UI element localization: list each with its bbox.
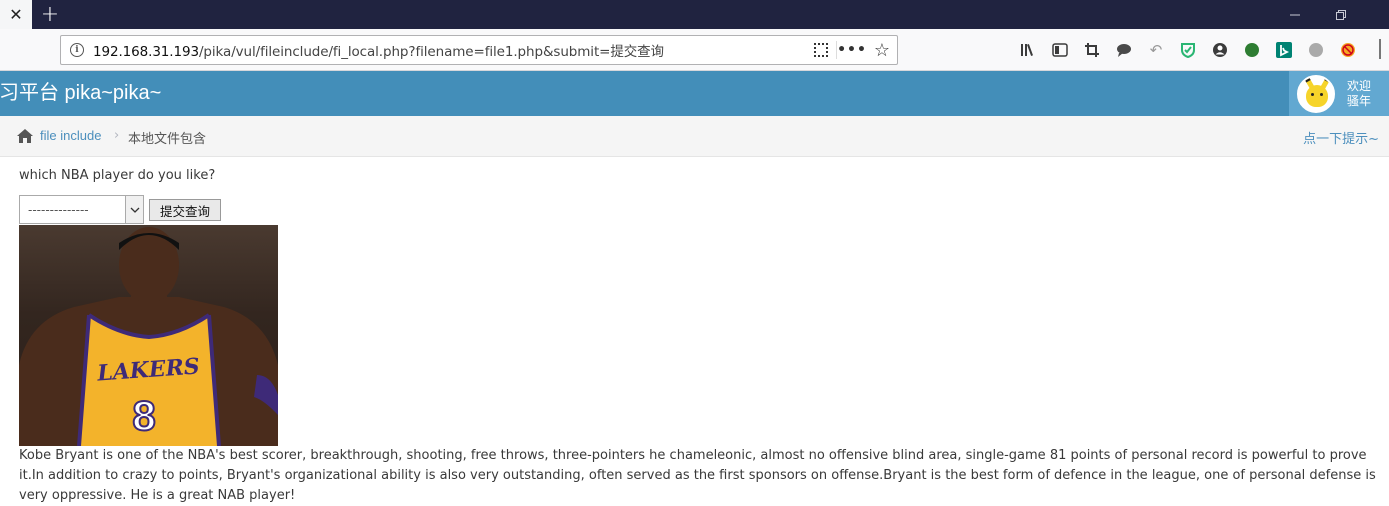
chevron-right-icon: › xyxy=(114,128,120,143)
player-select[interactable]: -------------- xyxy=(19,195,144,224)
submit-button[interactable]: 提交查询 xyxy=(149,199,221,221)
jersey-number: 8 xyxy=(132,392,155,439)
select-value: -------------- xyxy=(28,203,89,217)
block-icon[interactable] xyxy=(1332,37,1364,63)
welcome-text: 欢迎 骚年 xyxy=(1347,79,1371,109)
breadcrumb: file include › 本地文件包含 点一下提示~ xyxy=(0,116,1389,157)
library-icon[interactable] xyxy=(1012,37,1044,63)
chat-icon[interactable] xyxy=(1108,37,1140,63)
browser-toolbar: i 192.168.31.193/pika/vul/fileinclude/fi… xyxy=(0,29,1389,71)
bing-icon[interactable] xyxy=(1268,37,1300,63)
welcome-line1: 欢迎 xyxy=(1347,78,1372,93)
home-icon[interactable] xyxy=(16,128,34,144)
overflow-menu-icon[interactable] xyxy=(1379,39,1381,59)
browser-tab-strip: ✕ + xyxy=(0,0,1389,29)
player-photo: LAKERS 8 xyxy=(19,225,278,446)
minimize-icon[interactable] xyxy=(1272,0,1318,29)
question-label: which NBA player do you like? xyxy=(19,168,216,183)
player-description: Kobe Bryant is one of the NBA's best sco… xyxy=(19,448,1376,503)
info-icon[interactable]: i xyxy=(70,43,84,57)
screenshot-icon[interactable] xyxy=(1076,37,1108,63)
site-header: 习平台 pika~pika~ 欢迎 骚年 xyxy=(0,71,1389,116)
extension-gray-icon[interactable] xyxy=(1300,37,1332,63)
qr-code-icon[interactable] xyxy=(806,36,836,64)
url-host: 192.168.31.193 xyxy=(93,44,199,60)
bookmark-star-icon[interactable]: ☆ xyxy=(867,36,897,64)
breadcrumb-link-file-include[interactable]: file include xyxy=(40,128,101,143)
close-tab-icon[interactable]: ✕ xyxy=(0,0,32,29)
avatar xyxy=(1297,74,1335,113)
site-brand[interactable]: 习平台 pika~pika~ xyxy=(0,71,161,116)
back-icon[interactable]: ↶ xyxy=(1140,37,1172,63)
hint-link[interactable]: 点一下提示~ xyxy=(1303,128,1379,147)
new-tab-button[interactable]: + xyxy=(36,0,64,29)
more-actions-icon[interactable]: ••• xyxy=(837,36,867,64)
address-bar[interactable]: i 192.168.31.193/pika/vul/fileinclude/fi… xyxy=(60,35,898,65)
chevron-down-icon[interactable] xyxy=(125,196,143,223)
extension-icon[interactable] xyxy=(1236,37,1268,63)
sidebar-icon[interactable] xyxy=(1044,37,1076,63)
shield-icon[interactable] xyxy=(1172,37,1204,63)
url-text[interactable]: 192.168.31.193/pika/vul/fileinclude/fi_l… xyxy=(93,40,664,60)
restore-icon[interactable] xyxy=(1318,0,1364,29)
account-icon[interactable] xyxy=(1204,37,1236,63)
welcome-line2: 骚年 xyxy=(1347,93,1372,108)
user-menu[interactable]: 欢迎 骚年 xyxy=(1289,71,1389,116)
breadcrumb-current: 本地文件包含 xyxy=(128,132,207,147)
url-path: /pika/vul/fileinclude/fi_local.php?filen… xyxy=(198,44,664,60)
